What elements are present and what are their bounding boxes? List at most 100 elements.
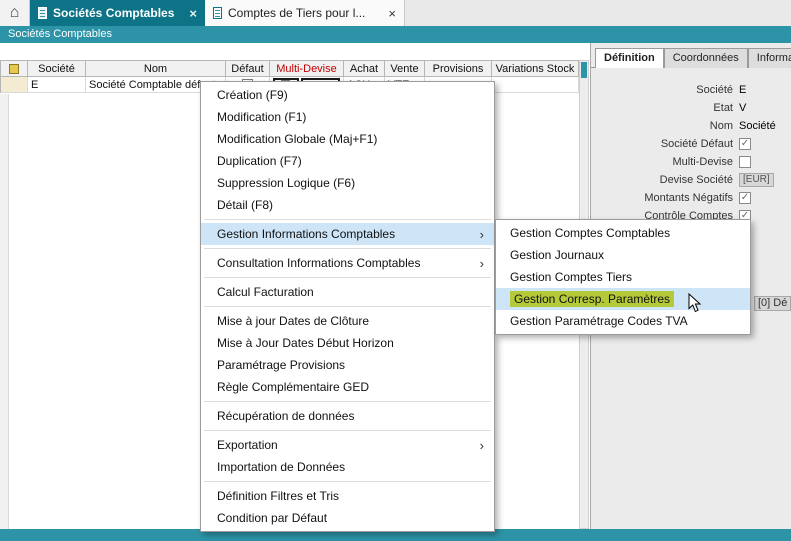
menu-item-consultation-informations-comptables[interactable]: Consultation Informations Comptables › bbox=[201, 252, 494, 274]
submenu-item-gestion-journaux[interactable]: Gestion Journaux bbox=[496, 244, 750, 266]
document-icon bbox=[38, 7, 47, 19]
menu-item-label: Exportation bbox=[217, 438, 278, 452]
field-value[interactable]: E bbox=[739, 84, 746, 96]
field-label: Etat bbox=[591, 102, 739, 114]
menu-item-creation[interactable]: Création (F9) bbox=[201, 84, 494, 106]
menu-item-label: Gestion Informations Comptables bbox=[217, 227, 395, 241]
devise-chip[interactable]: [EUR] bbox=[739, 173, 774, 187]
field-value[interactable]: V bbox=[739, 102, 746, 114]
close-tab-icon[interactable]: × bbox=[388, 7, 396, 20]
menu-item-label: Suppression Logique (F6) bbox=[217, 176, 355, 190]
definition-form: Société E Etat V Nom Société Société Déf… bbox=[591, 81, 791, 225]
tab-comptes-de-tiers[interactable]: Comptes de Tiers pour l... × bbox=[205, 0, 405, 26]
menu-separator bbox=[204, 277, 491, 278]
title-bar: Sociétés Comptables bbox=[0, 26, 791, 43]
menu-item-label: Gestion Journaux bbox=[510, 248, 604, 262]
menu-item-label: Paramétrage Provisions bbox=[217, 358, 345, 372]
field-societe-defaut: Société Défaut ✓ bbox=[591, 135, 791, 153]
menu-item-condition-par-defaut[interactable]: Condition par Défaut bbox=[201, 507, 494, 529]
panel-tab-strip: Définition Coordonnées Information bbox=[595, 48, 791, 68]
menu-item-recuperation-de-donnees[interactable]: Récupération de données bbox=[201, 405, 494, 427]
menu-item-gestion-informations-comptables[interactable]: Gestion Informations Comptables › bbox=[201, 223, 494, 245]
menu-separator bbox=[204, 248, 491, 249]
scrollbar-thumb[interactable] bbox=[581, 62, 587, 78]
field-label: Nom bbox=[591, 120, 739, 132]
menu-item-label: Duplication (F7) bbox=[217, 154, 302, 168]
clipped-field-value[interactable]: [0] Dé bbox=[754, 296, 791, 311]
page-title: Sociétés Comptables bbox=[8, 28, 112, 40]
submenu-item-gestion-comptes-comptables[interactable]: Gestion Comptes Comptables bbox=[496, 222, 750, 244]
check-icon: ✓ bbox=[741, 193, 749, 203]
home-button[interactable]: ⌂ bbox=[0, 0, 30, 26]
menu-item-label: Gestion Comptes Tiers bbox=[510, 270, 632, 284]
menu-item-label: Récupération de données bbox=[217, 409, 354, 423]
field-societe: Société E bbox=[591, 81, 791, 99]
field-nom: Nom Société bbox=[591, 117, 791, 135]
column-header-defaut[interactable]: Défaut bbox=[226, 60, 270, 77]
app-window: ⌂ Sociétés Comptables × Comptes de Tiers… bbox=[0, 0, 791, 541]
tab-label: Comptes de Tiers pour l... bbox=[228, 6, 365, 20]
societe-defaut-checkbox[interactable]: ✓ bbox=[739, 138, 751, 150]
menu-item-parametrage-provisions[interactable]: Paramétrage Provisions bbox=[201, 354, 494, 376]
menu-separator bbox=[204, 481, 491, 482]
menu-item-label: Détail (F8) bbox=[217, 198, 273, 212]
submenu-item-gestion-parametrage-codes-tva[interactable]: Gestion Paramétrage Codes TVA bbox=[496, 310, 750, 332]
tab-societes-comptables[interactable]: Sociétés Comptables × bbox=[30, 0, 205, 26]
menu-separator bbox=[204, 306, 491, 307]
menu-item-label: Condition par Défaut bbox=[217, 511, 327, 525]
menu-item-label: Consultation Informations Comptables bbox=[217, 256, 420, 270]
menu-item-importation-de-donnees[interactable]: Importation de Données bbox=[201, 456, 494, 478]
column-header-multi-devise[interactable]: Multi-Devise bbox=[270, 60, 344, 77]
tab-informations[interactable]: Information bbox=[748, 48, 791, 68]
menu-item-definition-filtres-et-tris[interactable]: Définition Filtres et Tris bbox=[201, 485, 494, 507]
context-menu: Création (F9) Modification (F1) Modifica… bbox=[200, 81, 495, 532]
menu-separator bbox=[204, 430, 491, 431]
close-tab-icon[interactable]: × bbox=[189, 7, 197, 20]
menu-item-mise-a-jour-dates-cloture[interactable]: Mise à jour Dates de Clôture bbox=[201, 310, 494, 332]
field-label: Société bbox=[591, 84, 739, 96]
menu-item-mise-a-jour-dates-debut-horizon[interactable]: Mise à Jour Dates Début Horizon bbox=[201, 332, 494, 354]
menu-item-duplication[interactable]: Duplication (F7) bbox=[201, 150, 494, 172]
menu-separator bbox=[204, 401, 491, 402]
field-label: Devise Société bbox=[591, 174, 739, 186]
field-value[interactable]: Société bbox=[739, 120, 776, 132]
montants-negatifs-checkbox[interactable]: ✓ bbox=[739, 192, 751, 204]
menu-item-label: Gestion Paramétrage Codes TVA bbox=[510, 314, 688, 328]
menu-separator bbox=[204, 219, 491, 220]
menu-item-detail[interactable]: Détail (F8) bbox=[201, 194, 494, 216]
submenu-arrow-icon: › bbox=[480, 227, 484, 242]
row-selector-cell[interactable] bbox=[1, 77, 28, 93]
column-header-societe[interactable]: Société bbox=[28, 60, 86, 77]
mouse-cursor bbox=[688, 293, 702, 314]
column-header-nom[interactable]: Nom bbox=[86, 60, 226, 77]
grid-header-row: Société Nom Défaut Multi-Devise Achat Ve… bbox=[1, 60, 579, 77]
home-icon: ⌂ bbox=[10, 4, 20, 22]
menu-item-exportation[interactable]: Exportation › bbox=[201, 434, 494, 456]
cell-variations-stock[interactable] bbox=[492, 77, 579, 93]
submenu-item-gestion-corresp-parametres[interactable]: Gestion Corresp. Paramètres bbox=[496, 288, 750, 310]
grid-settings-icon bbox=[9, 64, 19, 74]
grid-corner-cell[interactable] bbox=[1, 60, 28, 77]
column-header-variations-stock[interactable]: Variations Stock bbox=[492, 60, 579, 77]
cell-societe[interactable]: E bbox=[28, 77, 86, 93]
menu-item-suppression-logique[interactable]: Suppression Logique (F6) bbox=[201, 172, 494, 194]
context-submenu: Gestion Comptes Comptables Gestion Journ… bbox=[495, 219, 751, 335]
menu-item-label: Mise à jour Dates de Clôture bbox=[217, 314, 369, 328]
menu-item-modification[interactable]: Modification (F1) bbox=[201, 106, 494, 128]
field-label: Multi-Devise bbox=[591, 156, 739, 168]
menu-item-calcul-facturation[interactable]: Calcul Facturation bbox=[201, 281, 494, 303]
field-multi-devise: Multi-Devise bbox=[591, 153, 791, 171]
column-header-achat[interactable]: Achat bbox=[344, 60, 385, 77]
multi-devise-checkbox[interactable] bbox=[739, 156, 751, 168]
tab-definition[interactable]: Définition bbox=[595, 48, 664, 68]
submenu-item-gestion-comptes-tiers[interactable]: Gestion Comptes Tiers bbox=[496, 266, 750, 288]
tab-coordonnees[interactable]: Coordonnées bbox=[664, 48, 748, 68]
column-header-vente[interactable]: Vente bbox=[385, 60, 425, 77]
menu-item-label: Modification Globale (Maj+F1) bbox=[217, 132, 377, 146]
menu-item-modification-globale[interactable]: Modification Globale (Maj+F1) bbox=[201, 128, 494, 150]
column-header-provisions[interactable]: Provisions bbox=[425, 60, 492, 77]
menu-item-regle-complementaire-ged[interactable]: Règle Complémentaire GED bbox=[201, 376, 494, 398]
row-selector-column bbox=[0, 94, 9, 529]
menu-item-label: Importation de Données bbox=[217, 460, 345, 474]
check-icon: ✓ bbox=[741, 139, 749, 149]
